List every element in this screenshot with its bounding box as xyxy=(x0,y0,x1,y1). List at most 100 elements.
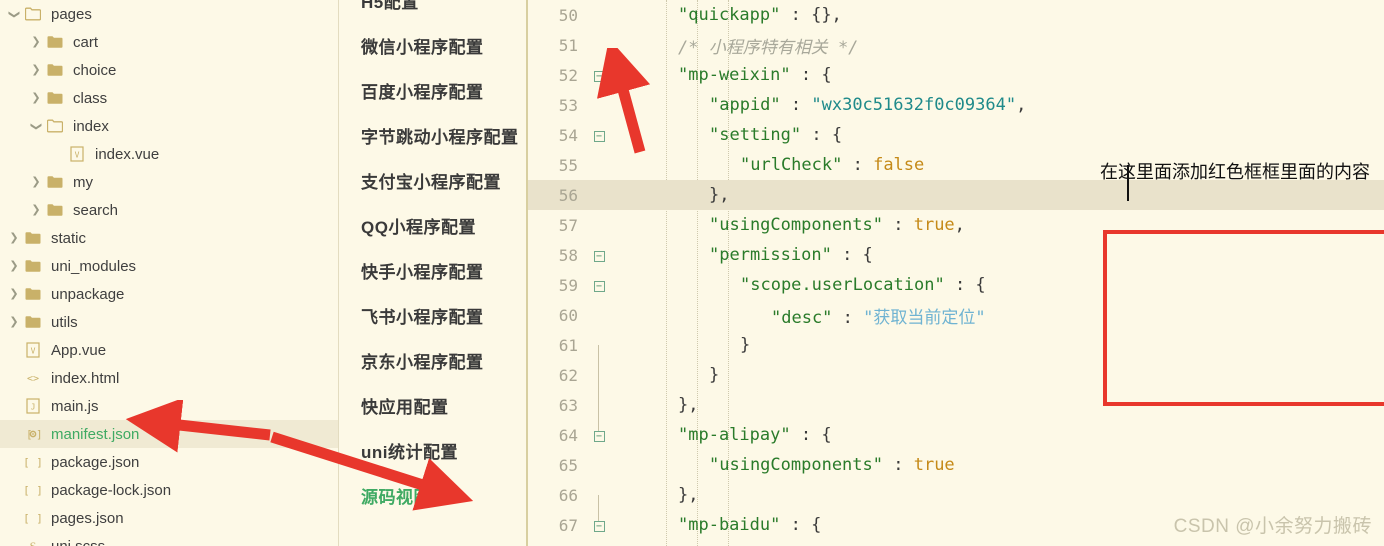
chevron-right-icon[interactable]: ❯ xyxy=(28,92,44,104)
code-token: "setting" xyxy=(709,125,802,145)
svg-text:S: S xyxy=(30,539,37,546)
line-number: 56 xyxy=(558,185,578,205)
tree-folder-cart[interactable]: ❯ cart xyxy=(0,28,338,56)
code-line[interactable]: 65 "usingComponents" : true xyxy=(528,450,1384,480)
code-token: : xyxy=(801,125,832,145)
manifest-nav-item-9[interactable]: 快应用配置 xyxy=(339,383,526,428)
code-text: "quickapp" : {}, xyxy=(610,5,1384,25)
tree-folder-uni-modules[interactable]: ❯ uni_modules xyxy=(0,252,338,280)
chevron-right-icon[interactable]: ❯ xyxy=(28,36,44,48)
code-line[interactable]: 66}, xyxy=(528,480,1384,525)
code-token: /* 小程序特有相关 */ xyxy=(678,37,859,58)
code-text: "mp-weixin" : { xyxy=(610,65,1384,85)
code-token: { xyxy=(975,275,986,295)
tree-file-index-html[interactable]: <> index.html xyxy=(0,364,338,392)
chevron-right-icon[interactable]: ❯ xyxy=(6,288,22,300)
tree-file-uni-scss[interactable]: Suni.scss xyxy=(0,532,338,546)
chevron-right-icon[interactable]: ❯ xyxy=(28,204,44,216)
tree-folder-unpackage[interactable]: ❯ unpackage xyxy=(0,280,338,308)
folder-icon xyxy=(22,315,44,329)
line-number: 52 xyxy=(558,65,578,85)
manifest-nav-item-11[interactable]: 源码视图 xyxy=(339,473,526,518)
code-token: , xyxy=(954,215,965,235)
manifest-nav-item-2[interactable]: 百度小程序配置 xyxy=(339,68,526,113)
chevron-down-icon[interactable]: ❯ xyxy=(6,9,22,20)
tree-file-package-lock-json[interactable]: [ ] package-lock.json xyxy=(0,476,338,504)
code-token: "mp-alipay" xyxy=(678,425,791,445)
manifest-nav-item-7[interactable]: 飞书小程序配置 xyxy=(339,293,526,338)
tree-folder-my[interactable]: ❯ my xyxy=(0,168,338,196)
fold-collapse-icon[interactable]: − xyxy=(588,69,610,82)
tree-file-manifest-json[interactable]: [] manifest.json xyxy=(0,420,338,448)
code-line[interactable]: 61} xyxy=(528,330,1384,375)
tree-item-label: utils xyxy=(51,313,78,331)
code-line[interactable]: 60 "desc" : "获取当前定位" xyxy=(528,300,1384,330)
chevron-right-icon[interactable]: ❯ xyxy=(6,232,22,244)
code-line[interactable]: 68"usingComponents" : true xyxy=(528,540,1384,546)
svg-text:J: J xyxy=(31,403,36,412)
code-line[interactable]: 51 /* 小程序特有相关 */ xyxy=(528,30,1384,60)
code-line[interactable]: 59− "scope.userLocation" : { xyxy=(528,270,1384,300)
manifest-nav-item-4[interactable]: 支付宝小程序配置 xyxy=(339,158,526,203)
code-line[interactable]: 62} xyxy=(528,360,1384,405)
fold-collapse-icon[interactable]: − xyxy=(588,129,610,142)
code-token: : xyxy=(883,215,914,235)
fold-collapse-icon[interactable]: − xyxy=(588,519,610,532)
tree-folder-search[interactable]: ❯ search xyxy=(0,196,338,224)
chevron-right-icon[interactable]: ❯ xyxy=(6,260,22,272)
manifest-nav-item-6[interactable]: 快手小程序配置 xyxy=(339,248,526,293)
code-line[interactable]: 57 "usingComponents" : true, xyxy=(528,210,1384,240)
code-line[interactable]: 63}, xyxy=(528,390,1384,435)
code-token: : xyxy=(790,65,822,85)
code-token: false xyxy=(873,155,925,175)
code-token: : xyxy=(944,275,976,295)
svg-text:[ ]: [ ] xyxy=(25,484,41,497)
tree-file-package-json[interactable]: [ ] package.json xyxy=(0,448,338,476)
code-line[interactable]: 64− "mp-alipay" : { xyxy=(528,420,1384,450)
code-lines[interactable]: 50 "quickapp" : {}, 51/* 小程序特有相关 */52− "mp-… xyxy=(528,0,1384,546)
code-line[interactable]: 53 "appid" : "wx30c51632f0c09364", xyxy=(528,90,1384,120)
tree-file-pages-json[interactable]: [ ] pages.json xyxy=(0,504,338,532)
code-line[interactable]: 52− "mp-weixin" : { xyxy=(528,60,1384,90)
tree-folder-pages[interactable]: ❯ pages xyxy=(0,0,338,28)
tree-folder-static[interactable]: ❯ static xyxy=(0,224,338,252)
tree-folder-index[interactable]: ❯ index xyxy=(0,112,338,140)
tree-folder-utils[interactable]: ❯ utils xyxy=(0,308,338,336)
manifest-nav-item-10[interactable]: uni统计配置 xyxy=(339,428,526,473)
code-token: { xyxy=(831,125,843,145)
tree-item-label: pages xyxy=(51,5,92,23)
tree-file-app-vue[interactable]: V App.vue xyxy=(0,336,338,364)
manifest-nav-item-8[interactable]: 京东小程序配置 xyxy=(339,338,526,383)
fold-collapse-icon[interactable]: − xyxy=(588,279,610,292)
code-line[interactable]: 50 "quickapp" : {}, xyxy=(528,0,1384,30)
code-line[interactable]: 58− "permission" : { xyxy=(528,240,1384,270)
manifest-nav-item-label: 百度小程序配置 xyxy=(361,83,484,102)
manifest-nav-item-0[interactable]: H5配置 xyxy=(339,0,526,23)
fold-collapse-icon[interactable]: − xyxy=(588,429,610,442)
chevron-right-icon[interactable]: ❯ xyxy=(28,176,44,188)
code-token: "permission" xyxy=(709,245,832,265)
chevron-right-icon[interactable]: ❯ xyxy=(28,64,44,76)
code-line[interactable]: 54− "setting" : { xyxy=(528,120,1384,150)
manifest-nav-item-1[interactable]: 微信小程序配置 xyxy=(339,23,526,68)
tree-folder-choice[interactable]: ❯ choice xyxy=(0,56,338,84)
manifest-nav-item-label: 微信小程序配置 xyxy=(361,38,484,57)
tree-item-label: package.json xyxy=(51,453,140,471)
file-explorer-panel[interactable]: ❯ pages ❯ cart ❯ choice ❯ class ❯ index Vindex.vue… xyxy=(0,0,338,546)
fold-collapse-icon[interactable]: − xyxy=(588,249,610,262)
tree-item-label: uni_modules xyxy=(51,257,137,275)
instruction-annotation: 在这里面添加红色框框里面的内容 xyxy=(1100,162,1370,182)
tree-file-main-js[interactable]: Jmain.js xyxy=(0,392,338,420)
tree-item-label: search xyxy=(73,201,119,219)
tree-file-index-vue[interactable]: Vindex.vue xyxy=(0,140,338,168)
code-text: }, xyxy=(610,485,1384,505)
code-token: : xyxy=(842,155,874,175)
chevron-down-icon[interactable]: ❯ xyxy=(28,121,44,132)
tree-folder-class[interactable]: ❯ class xyxy=(0,84,338,112)
manifest-nav-panel[interactable]: H5配置微信小程序配置 百度小程序配置字节跳动小程序配置 支付宝小程序配置 QQ小程序… xyxy=(338,0,528,546)
manifest-nav-item-5[interactable]: QQ小程序配置 xyxy=(339,203,526,248)
code-editor-panel[interactable]: 50 "quickapp" : {}, 51/* 小程序特有相关 */52− "mp-… xyxy=(528,0,1384,546)
code-line[interactable]: 56}, xyxy=(528,180,1384,210)
chevron-right-icon[interactable]: ❯ xyxy=(6,316,22,328)
manifest-nav-item-3[interactable]: 字节跳动小程序配置 xyxy=(339,113,526,158)
